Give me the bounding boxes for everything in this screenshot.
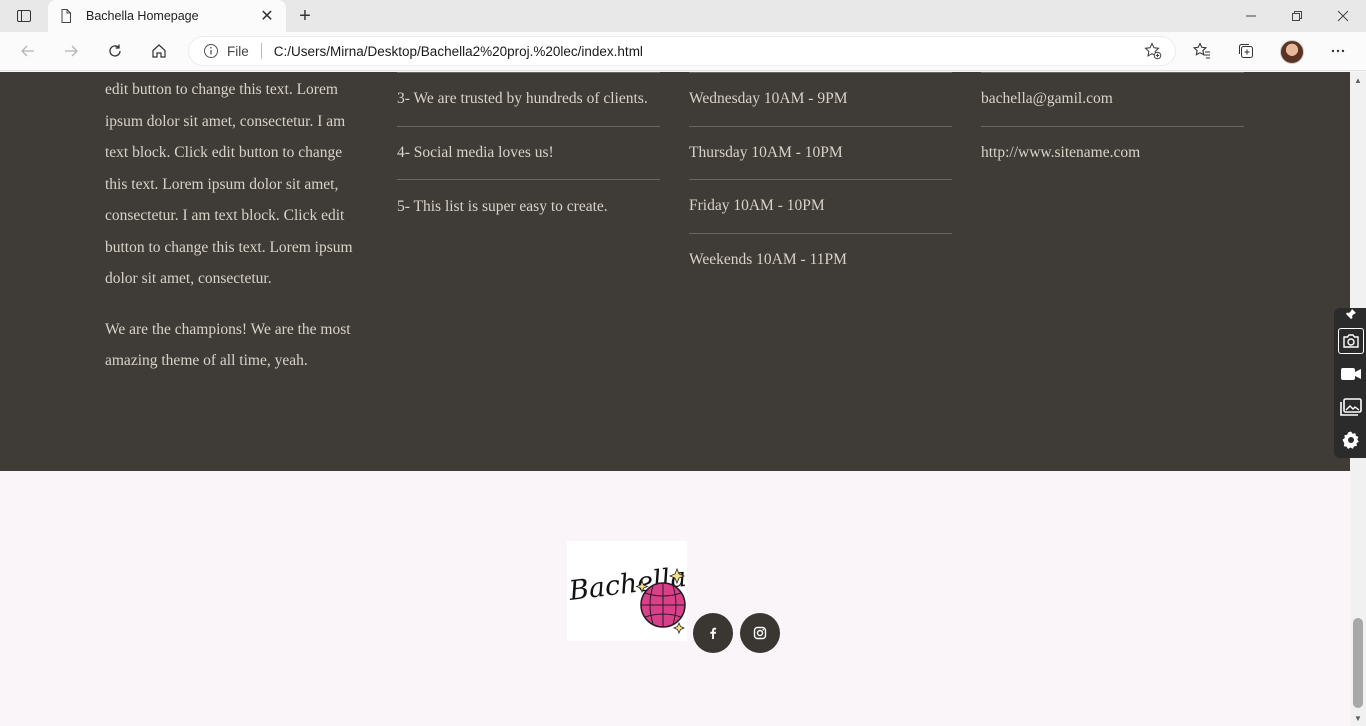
gallery-icon[interactable] bbox=[1338, 394, 1364, 420]
scroll-down-icon[interactable]: ▼ bbox=[1350, 710, 1366, 726]
close-tab-icon[interactable]: ✕ bbox=[258, 7, 276, 25]
tab-strip: Bachella Homepage ✕ + bbox=[0, 0, 1366, 32]
contact-column: bachella@gamil.com http://www.sitename.c… bbox=[981, 72, 1244, 180]
list-item: Wednesday 10AM - 9PM bbox=[689, 73, 952, 127]
instagram-link[interactable] bbox=[740, 613, 780, 653]
collections-icon[interactable] bbox=[1231, 37, 1261, 65]
tab-title: Bachella Homepage bbox=[86, 9, 199, 23]
contact-website[interactable]: http://www.sitename.com bbox=[981, 127, 1244, 181]
home-icon[interactable] bbox=[144, 37, 174, 65]
reasons-column: 3- We are trusted by hundreds of clients… bbox=[397, 72, 660, 234]
more-menu-icon[interactable] bbox=[1323, 37, 1353, 65]
facebook-icon bbox=[710, 627, 717, 639]
tab-actions-icon[interactable] bbox=[8, 4, 40, 28]
about-column: edit button to change this text. Lorem i… bbox=[105, 74, 367, 396]
facebook-link[interactable] bbox=[693, 613, 733, 653]
hours-column: Wednesday 10AM - 9PM Thursday 10AM - 10P… bbox=[689, 72, 952, 287]
footer-logo[interactable]: Bachella bbox=[566, 541, 688, 641]
scroll-thumb[interactable] bbox=[1353, 618, 1363, 708]
contact-email[interactable]: bachella@gamil.com bbox=[981, 73, 1244, 127]
address-bar[interactable]: File C:/Users/Mirna/Desktop/Bachella2%20… bbox=[188, 36, 1176, 66]
list-item: Weekends 10AM - 11PM bbox=[689, 251, 847, 269]
list-item: 4- Social media loves us! bbox=[397, 127, 660, 180]
video-record-icon[interactable] bbox=[1338, 361, 1364, 387]
scroll-up-icon[interactable]: ▲ bbox=[1350, 72, 1366, 88]
screenshot-camera-icon[interactable] bbox=[1338, 328, 1364, 354]
close-window-icon[interactable] bbox=[1320, 0, 1366, 32]
favorites-icon[interactable] bbox=[1187, 37, 1217, 65]
list-item: Friday 10AM - 10PM bbox=[689, 180, 952, 234]
info-icon[interactable] bbox=[203, 43, 219, 59]
page-icon bbox=[58, 8, 74, 24]
list-item: 5- This list is super easy to create. bbox=[397, 197, 608, 215]
restore-icon[interactable] bbox=[1274, 0, 1320, 32]
instagram-icon bbox=[753, 626, 767, 640]
settings-gear-icon[interactable] bbox=[1338, 427, 1364, 453]
capture-toolbar bbox=[1334, 308, 1366, 458]
info-section: edit button to change this text. Lorem i… bbox=[0, 72, 1350, 471]
forward-icon[interactable] bbox=[56, 37, 86, 65]
about-tagline: We are the champions! We are the most am… bbox=[105, 320, 351, 370]
refresh-icon[interactable] bbox=[100, 37, 130, 65]
new-tab-button[interactable]: + bbox=[292, 4, 318, 28]
address-separator bbox=[260, 43, 262, 59]
active-tab[interactable]: Bachella Homepage ✕ bbox=[48, 0, 286, 32]
page-viewport: edit button to change this text. Lorem i… bbox=[0, 72, 1350, 726]
minimize-icon[interactable] bbox=[1228, 0, 1274, 32]
back-icon[interactable] bbox=[13, 37, 43, 65]
list-item: 3- We are trusted by hundreds of clients… bbox=[397, 73, 660, 127]
browser-toolbar: File C:/Users/Mirna/Desktop/Bachella2%20… bbox=[0, 32, 1366, 71]
list-item: Thursday 10AM - 10PM bbox=[689, 127, 952, 180]
profile-avatar[interactable] bbox=[1280, 40, 1304, 64]
address-scheme: File bbox=[227, 43, 249, 59]
about-text: edit button to change this text. Lorem i… bbox=[105, 81, 353, 287]
url-text[interactable]: C:/Users/Mirna/Desktop/Bachella2%20proj.… bbox=[274, 44, 1143, 59]
add-favorite-icon[interactable] bbox=[1143, 41, 1163, 61]
pin-icon[interactable] bbox=[1338, 306, 1364, 322]
